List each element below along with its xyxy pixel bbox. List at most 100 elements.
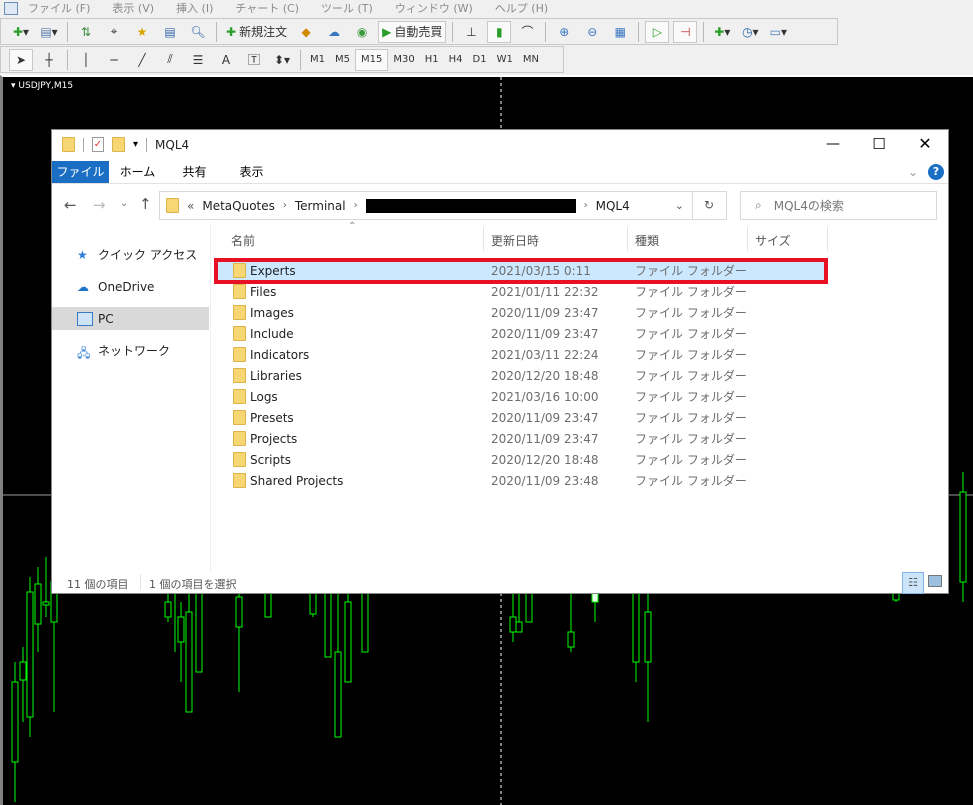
menu-tools[interactable]: ツール (T) — [321, 0, 373, 16]
zoom-out-icon[interactable]: ⊖ — [580, 21, 604, 43]
details-view-button[interactable]: ☷ — [902, 572, 924, 594]
bar-chart-icon[interactable]: ⊥ — [459, 21, 483, 43]
file-type: ファイル フォルダー — [635, 306, 747, 320]
file-row[interactable]: Scripts 2020/12/20 18:48 ファイル フォルダー — [214, 449, 826, 470]
column-type[interactable]: 種類 — [635, 232, 659, 249]
nav-quick-access[interactable]: ★ クイック アクセス — [52, 243, 209, 266]
text-label-icon[interactable]: 🅃︎ — [242, 49, 266, 71]
auto-scroll-icon[interactable]: ▷ — [645, 20, 670, 43]
search-box[interactable]: ⌕ MQL4の検索 — [740, 191, 937, 220]
tab-home[interactable]: ホーム — [109, 161, 166, 183]
terminal-icon[interactable]: ▤ — [158, 21, 182, 43]
nav-pc[interactable]: PC — [52, 307, 209, 330]
horizontal-line-icon[interactable]: ─ — [102, 49, 126, 71]
cursor-icon[interactable]: ➤ — [9, 48, 33, 71]
file-row[interactable]: Presets 2020/11/09 23:47 ファイル フォルダー — [214, 407, 826, 428]
close-button[interactable]: ✕ — [902, 130, 948, 160]
menu-insert[interactable]: 挿入 (I) — [176, 0, 213, 16]
equidistant-channel-icon[interactable]: ⫽ — [158, 49, 182, 71]
menu-window[interactable]: ウィンドウ (W) — [395, 0, 473, 16]
zoom-in-icon[interactable]: ⊕ — [552, 21, 576, 43]
indicators-button[interactable]: ✚ ▾ — [710, 21, 734, 43]
timeframe-m5[interactable]: M5 — [330, 49, 355, 71]
breadcrumb-terminal[interactable]: Terminal — [295, 199, 346, 213]
timeframe-m15[interactable]: M15 — [355, 48, 389, 71]
vertical-line-icon[interactable]: │ — [74, 49, 98, 71]
maximize-button[interactable]: ☐ — [856, 130, 902, 160]
breadcrumb-mql4[interactable]: MQL4 — [596, 199, 630, 213]
file-row[interactable]: Logs 2021/03/16 10:00 ファイル フォルダー — [214, 386, 826, 407]
crosshair-icon[interactable]: ┼ — [37, 49, 61, 71]
chart-shift-icon[interactable]: ⊣ — [673, 20, 698, 43]
candle-body — [177, 616, 185, 643]
minimize-button[interactable]: — — [810, 130, 856, 160]
tile-windows-icon[interactable]: ▦ — [608, 21, 632, 43]
profiles-button[interactable]: ▤ ▾ — [37, 21, 61, 43]
candle-body — [644, 611, 652, 663]
file-row[interactable]: Indicators 2021/03/11 22:24 ファイル フォルダー — [214, 344, 826, 365]
column-name[interactable]: 名前 — [231, 232, 255, 249]
line-chart-icon[interactable]: ⌒ — [515, 21, 539, 43]
timeframe-h4[interactable]: H4 — [444, 49, 468, 71]
new-folder-icon[interactable] — [112, 137, 125, 152]
fibonacci-icon[interactable]: ☰ — [186, 49, 210, 71]
network-icon: 🖧︎ — [77, 345, 91, 360]
recent-locations-button[interactable]: ⌄ — [120, 198, 128, 209]
crosshair-data-icon[interactable]: ⌖ — [102, 21, 126, 43]
column-size[interactable]: サイズ — [755, 232, 791, 249]
trendline-icon[interactable]: ╱ — [130, 49, 154, 71]
back-button[interactable]: ← — [64, 196, 77, 214]
folder-icon — [233, 368, 246, 383]
menu-help[interactable]: ヘルプ (H) — [495, 0, 548, 16]
file-row[interactable]: Projects 2020/11/09 23:47 ファイル フォルダー — [214, 428, 826, 449]
candlestick-icon[interactable]: ▮ — [487, 20, 512, 43]
file-row[interactable]: Shared Projects 2020/11/09 23:48 ファイル フォ… — [214, 470, 826, 491]
candle-body — [42, 601, 50, 606]
tab-file[interactable]: ファイル — [52, 161, 109, 183]
tab-view[interactable]: 表示 — [223, 161, 280, 183]
metaeditor-icon[interactable]: ◆ — [294, 21, 318, 43]
auto-trading-button[interactable]: ▶ 自動売買 — [378, 20, 447, 43]
menu-chart[interactable]: チャート (C) — [235, 0, 299, 16]
menu-file[interactable]: ファイル (F) — [28, 0, 90, 16]
timeframe-m30[interactable]: M30 — [388, 49, 419, 71]
signals-icon[interactable]: ◉ — [350, 21, 374, 43]
market-watch-icon[interactable]: ⇅ — [74, 21, 98, 43]
file-row[interactable]: Images 2020/11/09 23:47 ファイル フォルダー — [214, 302, 826, 323]
forward-button[interactable]: → — [93, 196, 106, 214]
file-row[interactable]: Files 2021/01/11 22:32 ファイル フォルダー — [214, 281, 826, 302]
help-icon[interactable]: ? — [928, 164, 944, 180]
tab-share[interactable]: 共有 — [166, 161, 223, 183]
timeframe-w1[interactable]: W1 — [492, 49, 518, 71]
auto-trading-label: 自動売買 — [394, 25, 443, 39]
expand-ribbon-icon[interactable]: ⌄ — [908, 161, 918, 183]
up-button[interactable]: ↑ — [139, 195, 152, 213]
new-order-button[interactable]: ✚ 新規注文 — [223, 21, 290, 43]
address-overflow[interactable]: « — [187, 199, 194, 213]
timeframe-h1[interactable]: H1 — [420, 49, 444, 71]
address-dropdown-icon[interactable]: ⌄ — [675, 199, 684, 212]
navigator-icon[interactable]: ★ — [130, 21, 154, 43]
new-chart-button[interactable]: ✚ ▾ — [9, 21, 33, 43]
nav-onedrive[interactable]: ☁ OneDrive — [52, 275, 209, 298]
timeframe-m1[interactable]: M1 — [305, 49, 330, 71]
refresh-button[interactable]: ↻ — [692, 191, 727, 220]
timeframe-d1[interactable]: D1 — [468, 49, 492, 71]
file-row[interactable]: Libraries 2020/12/20 18:48 ファイル フォルダー — [214, 365, 826, 386]
community-icon[interactable]: ☁ — [322, 21, 346, 43]
breadcrumb-metaquotes[interactable]: MetaQuotes — [202, 199, 275, 213]
file-row[interactable]: Include 2020/11/09 23:47 ファイル フォルダー — [214, 323, 826, 344]
large-icons-view-button[interactable] — [928, 575, 942, 587]
menu-view[interactable]: 表示 (V) — [112, 0, 154, 16]
text-icon[interactable]: A — [214, 49, 238, 71]
templates-button[interactable]: ▭ ▾ — [766, 21, 790, 43]
timeframe-mn[interactable]: MN — [518, 49, 544, 71]
properties-icon[interactable]: ✓ — [92, 137, 104, 152]
strategy-tester-icon[interactable]: 🔍︎ — [186, 21, 210, 43]
customize-dropdown-icon[interactable]: ▾ — [133, 139, 138, 150]
column-date[interactable]: 更新日時 — [491, 232, 539, 249]
address-bar[interactable]: « MetaQuotes › Terminal › › MQL4 ⌄ — [159, 191, 693, 220]
nav-network[interactable]: 🖧︎ ネットワーク — [52, 339, 209, 362]
periods-button[interactable]: ◷ ▾ — [738, 21, 762, 43]
arrows-button[interactable]: ⬍▾ — [270, 49, 294, 71]
